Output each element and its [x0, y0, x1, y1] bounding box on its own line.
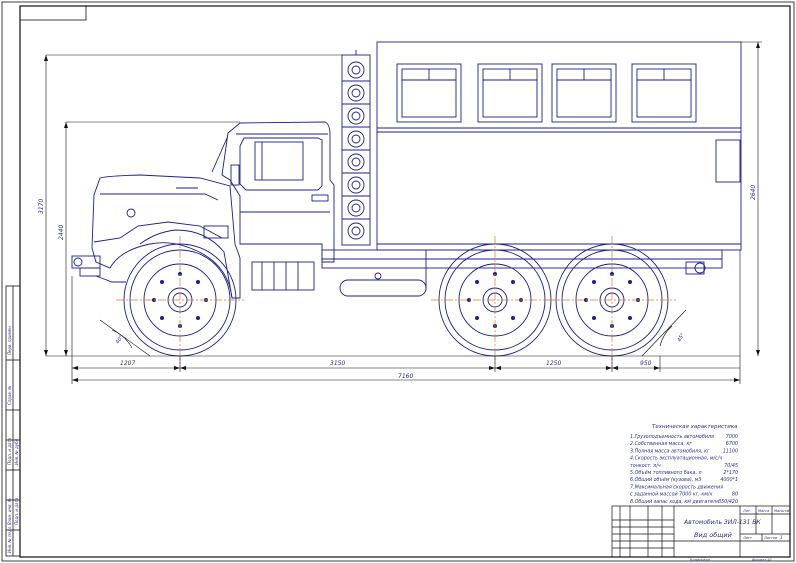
- chassis-frame: [251, 249, 723, 297]
- spec-label: 4.Скорость эксплуатационная, м/с/ч: [630, 456, 722, 462]
- margin-label: Инв. № подл.: [7, 525, 12, 553]
- spec-label: 3.Полная масса автомобиля, кг: [630, 448, 710, 454]
- spec-value: 80: [732, 492, 738, 498]
- dim-front-overhang: 1207: [120, 360, 135, 367]
- dimensions: [45, 41, 762, 384]
- spec-label: 5.Объём топливного бака, л: [630, 470, 702, 476]
- spec-value: 350/420: [718, 499, 738, 505]
- title-name-line2: Вид общий: [694, 531, 732, 539]
- spec-label: 1.Грузоподъемность автомобиля: [630, 434, 714, 440]
- dim-overall-length: 7160: [398, 373, 413, 380]
- margin-label: Подп. и дата: [7, 437, 12, 465]
- dim-height-total: 3170: [38, 199, 45, 214]
- spec-value: 70/45: [724, 463, 738, 469]
- axis-lines: [116, 236, 676, 364]
- margin-label: Справ. №: [7, 386, 12, 405]
- spec-value: 6700: [726, 441, 738, 447]
- title-block-text: Автомобиль ЗИЛ-131 ВК Вид общий Лит. Мас…: [683, 509, 791, 562]
- dimension-labels: 1207 3150 1250 950 7160 3170 2440 2640 4…: [38, 185, 757, 380]
- hood: [91, 174, 241, 299]
- title-col-mass: Масса: [758, 509, 769, 513]
- dim-height-body: 2640: [750, 185, 757, 200]
- dim-angle-front: 40°: [115, 334, 125, 345]
- specs-list: 1.Грузоподъемность автомобиля 7000 2.Собст…: [630, 434, 738, 505]
- title-bottom-left: Копировал: [690, 558, 711, 562]
- tech-specs: Техническая характеристика 1.Грузоподъем…: [630, 424, 738, 505]
- title-col-lit: Лит.: [742, 509, 751, 513]
- body-windows: [396, 63, 697, 123]
- specs-title: Техническая характеристика: [652, 424, 738, 430]
- bumper: [71, 255, 126, 283]
- dim-wheelbase-front: 3150: [330, 360, 345, 367]
- cargo-body: [376, 41, 742, 251]
- title-sheets-num: 1: [780, 535, 783, 540]
- spec-value: 7000: [726, 434, 738, 440]
- margin-label: Взам. инв. №: [7, 498, 12, 525]
- truck-drawing: [71, 41, 742, 357]
- dim-rear-overhang: 950: [640, 360, 652, 367]
- spec-label: 7.Максимальная скорость движения: [630, 484, 723, 490]
- title-name-line1: Автомобиль ЗИЛ-131 ВК: [683, 519, 761, 526]
- title-sheet: Лист: [742, 536, 753, 540]
- spec-value: 11100: [723, 448, 738, 454]
- spec-value: 4000*1: [720, 477, 738, 483]
- title-sheets: Листов: [763, 536, 777, 540]
- spec-label: 2.Собственная масса, кг: [630, 441, 692, 447]
- drawing-sheet: Перв. примен. Справ. № Подп. и дата Инв.…: [1, 1, 795, 562]
- dim-wheelbase-rear: 1250: [546, 360, 561, 367]
- spec-label: тонкост. л/ч: [630, 463, 661, 469]
- title-col-scale: Масштаб: [774, 509, 791, 513]
- dim-height-cab: 2440: [58, 225, 65, 240]
- spec-label: 8.Общий запас хода, км двигателя: [630, 499, 719, 505]
- margin-label: Подп. и дата: [14, 497, 19, 525]
- margin-label: Инв. № дубл.: [14, 438, 19, 465]
- margin-label: Перв. примен.: [7, 325, 12, 355]
- spec-value: 2*170: [723, 470, 738, 476]
- spec-label: с заданной массой 7000 кг, км/ч: [630, 492, 712, 498]
- spare-wheel-rack: [341, 50, 371, 246]
- spec-label: 6.Общий объём (кузова), м3: [630, 477, 701, 483]
- dim-angle-rear: 45°: [677, 332, 687, 343]
- frame: [1, 1, 795, 562]
- title-bottom-format: Формат A1: [752, 558, 772, 562]
